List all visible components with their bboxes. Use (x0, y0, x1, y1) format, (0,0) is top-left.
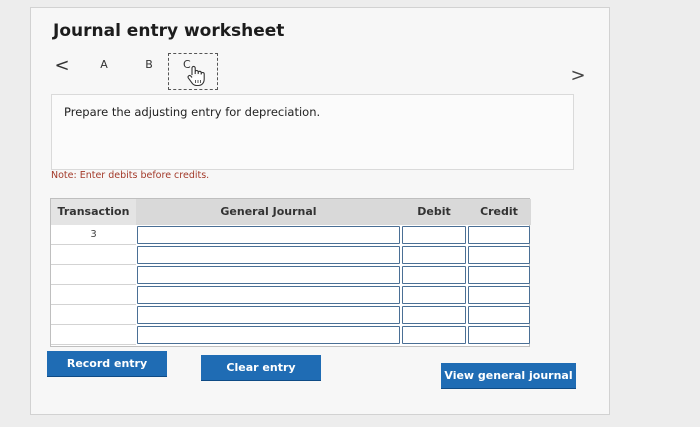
general-journal-input[interactable] (137, 326, 400, 344)
transaction-cell (51, 305, 136, 325)
debit-input[interactable] (402, 266, 466, 284)
view-general-journal-button[interactable]: View general journal (441, 363, 576, 388)
hand-pointer-icon (187, 65, 205, 87)
transaction-cell (51, 325, 136, 345)
tab-b[interactable]: B (139, 56, 159, 74)
tab-c[interactable]: C (168, 53, 218, 90)
transaction-cell (51, 285, 136, 305)
clear-entry-button[interactable]: Clear entry (201, 355, 321, 380)
debit-input[interactable] (402, 306, 466, 324)
instruction-text: Prepare the adjusting entry for deprecia… (64, 105, 321, 119)
previous-arrow-icon[interactable]: < (53, 56, 71, 76)
credit-input[interactable] (468, 306, 530, 324)
header-general-journal: General Journal (136, 199, 401, 225)
journal-entry-worksheet: Journal entry worksheet < A B C > Prepar… (30, 7, 610, 415)
credit-input[interactable] (468, 226, 530, 244)
general-journal-input[interactable] (137, 306, 400, 324)
general-journal-input[interactable] (137, 246, 400, 264)
debit-input[interactable] (402, 326, 466, 344)
note-text: Note: Enter debits before credits. (51, 170, 210, 181)
general-journal-input[interactable] (137, 286, 400, 304)
transaction-cell (51, 245, 136, 265)
record-entry-button[interactable]: Record entry (47, 351, 167, 376)
general-journal-input[interactable] (137, 266, 400, 284)
header-transaction: Transaction (51, 199, 136, 225)
credit-input[interactable] (468, 286, 530, 304)
transaction-cell: 3 (51, 225, 136, 245)
next-arrow-icon[interactable]: > (569, 66, 587, 86)
journal-table: Transaction General Journal Debit Credit… (50, 198, 531, 347)
credit-input[interactable] (468, 326, 530, 344)
header-debit: Debit (401, 199, 467, 225)
credit-input[interactable] (468, 266, 530, 284)
header-credit: Credit (467, 199, 531, 225)
debit-input[interactable] (402, 286, 466, 304)
debit-input[interactable] (402, 246, 466, 264)
transaction-cell (51, 265, 136, 285)
instruction-box: Prepare the adjusting entry for deprecia… (51, 94, 574, 170)
debit-input[interactable] (402, 226, 466, 244)
tab-a[interactable]: A (94, 56, 114, 74)
credit-input[interactable] (468, 246, 530, 264)
worksheet-title: Journal entry worksheet (53, 21, 285, 41)
general-journal-input[interactable] (137, 226, 400, 244)
